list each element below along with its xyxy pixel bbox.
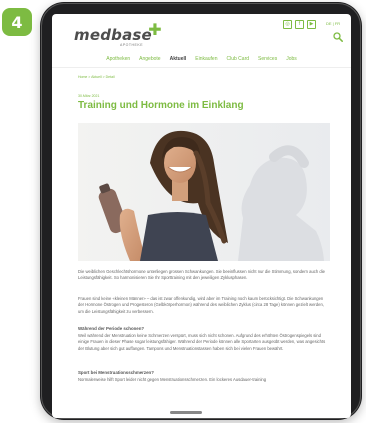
article-date: 30.März 2021: [78, 94, 100, 98]
language-switcher[interactable]: DE | FR: [326, 21, 340, 26]
section-text-pain: Normalerweise hilft Sport leider nicht g…: [78, 377, 267, 382]
article-paragraph-2: Frauen sind keine «kleinen Männer» – das…: [78, 296, 324, 314]
nav-item-services[interactable]: Services: [258, 56, 277, 62]
nav-item-club-card[interactable]: Club Card: [227, 56, 250, 62]
tablet-home-indicator: [170, 411, 202, 414]
search-icon[interactable]: [333, 32, 343, 42]
section-heading-pain: Sport bei Menstruationsschmerzen?: [78, 370, 154, 375]
youtube-icon[interactable]: ▶: [307, 20, 316, 29]
nav-divider: [52, 67, 351, 68]
nav-item-apotheken[interactable]: Apotheken: [106, 56, 130, 62]
nav-item-einkaufen[interactable]: Einkaufen: [195, 56, 217, 62]
article-title: Training und Hormone im Einklang: [78, 100, 244, 111]
instagram-icon[interactable]: ◎: [283, 20, 292, 29]
article-paragraph-intro: Die weiblichen Geschlechtshormone unterl…: [78, 269, 325, 281]
medbase-logo[interactable]: medbase ✚: [74, 20, 162, 44]
logo-plus-icon: ✚: [148, 20, 162, 39]
breadcrumb[interactable]: Home > Aktuell > Detail: [78, 75, 115, 79]
nav-item-angebote[interactable]: Angebote: [139, 56, 160, 62]
logo-wordmark: medbase: [74, 26, 152, 44]
tablet-screen: medbase ✚ APOTHEKE ◎ f ▶ DE | FR Apothek…: [52, 14, 351, 418]
facebook-icon[interactable]: f: [295, 20, 304, 29]
section-heading-period: Während der Periode schonen?: [78, 326, 145, 331]
social-links: ◎ f ▶: [283, 20, 316, 29]
main-navigation: Apotheken Angebote Aktuell Einkaufen Clu…: [52, 56, 351, 62]
logo-subtitle: APOTHEKE: [120, 43, 144, 47]
nav-item-aktuell[interactable]: Aktuell: [170, 56, 187, 62]
step-number-badge: 4: [2, 8, 32, 36]
section-text-period: Weil während der Menstruation keine Schm…: [78, 333, 326, 351]
article-hero-image: [78, 123, 330, 261]
nav-item-jobs[interactable]: Jobs: [286, 56, 297, 62]
